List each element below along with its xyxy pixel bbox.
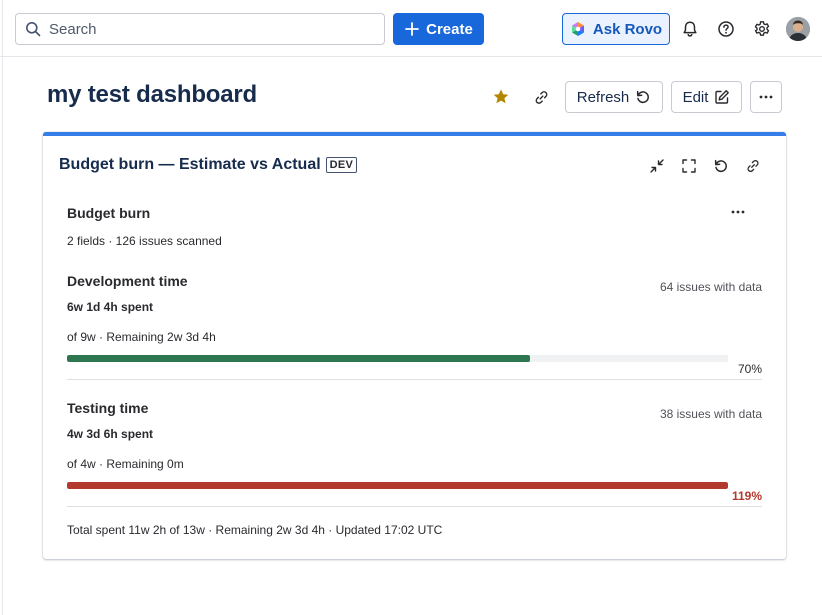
dev-badge: DEV: [325, 157, 358, 173]
top-navigation-bar: Create Ask Rovo: [0, 0, 822, 57]
section-title-development: Development time: [67, 273, 188, 289]
edit-icon: [715, 90, 730, 104]
refresh-button[interactable]: Refresh: [565, 81, 663, 113]
star-button[interactable]: [490, 86, 512, 108]
progress-percent-testing: 119%: [731, 489, 762, 503]
progress-track-development: [67, 355, 728, 362]
more-horizontal-icon: [731, 210, 745, 214]
copy-gadget-link-button[interactable]: [744, 157, 762, 175]
search-icon: [26, 22, 41, 37]
section-issue-count-testing: 38 issues with data: [659, 407, 762, 421]
edit-button[interactable]: Edit: [671, 81, 742, 113]
section-title-testing: Testing time: [67, 400, 149, 416]
search-box[interactable]: [15, 13, 385, 45]
page-edge-rule: [2, 0, 3, 615]
avatar-image: [786, 17, 810, 41]
section-issue-count-development: 64 issues with data: [659, 280, 762, 294]
plus-icon: [405, 22, 420, 36]
minimize-gadget-button[interactable]: [648, 157, 666, 175]
settings-button[interactable]: [752, 19, 772, 39]
notifications-button[interactable]: [680, 19, 700, 39]
refresh-button-label: Refresh: [576, 88, 630, 106]
budget-burn-summary: 2 fields · 126 issues scanned: [67, 234, 222, 248]
progress-fill-development: [67, 355, 530, 362]
page-title: my test dashboard: [47, 81, 257, 108]
refresh-gadget-button[interactable]: [712, 157, 730, 175]
star-icon: [493, 89, 509, 104]
progress-percent-development: 70%: [737, 362, 762, 376]
section-remaining-testing: of 4w · Remaining 0m: [67, 457, 184, 471]
fullscreen-gadget-button[interactable]: [680, 157, 698, 175]
progress-track-testing: [67, 482, 728, 489]
rovo-logo-icon: [571, 22, 584, 36]
ask-rovo-button[interactable]: Ask Rovo: [562, 13, 670, 45]
gadget-footer: Total spent 11w 2h of 13w · Remaining 2w…: [67, 523, 443, 537]
create-button[interactable]: Create: [393, 13, 484, 45]
user-avatar[interactable]: [786, 17, 810, 41]
link-icon: [535, 90, 547, 104]
section-divider: [67, 379, 762, 380]
more-actions-button[interactable]: [750, 81, 782, 113]
help-button[interactable]: [716, 19, 736, 39]
search-input[interactable]: [49, 20, 349, 38]
link-icon: [747, 160, 759, 172]
gear-icon: [754, 21, 770, 36]
progress-fill-testing: [67, 482, 728, 489]
more-horizontal-icon: [759, 95, 773, 99]
collapse-icon: [650, 159, 664, 173]
refresh-icon: [714, 159, 727, 173]
section-divider: [67, 506, 762, 507]
budget-burn-more-button[interactable]: [727, 202, 749, 222]
section-remaining-development: of 9w · Remaining 2w 3d 4h: [67, 330, 216, 344]
gadget-title: Budget burn — Estimate vs Actual DEV: [59, 156, 358, 174]
edit-button-label: Edit: [682, 88, 709, 106]
fullscreen-icon: [682, 159, 696, 173]
help-icon: [718, 21, 734, 37]
refresh-icon: [637, 90, 650, 104]
ask-rovo-label: Ask Rovo: [592, 20, 663, 38]
copy-link-button[interactable]: [530, 86, 552, 108]
create-button-label: Create: [426, 20, 473, 38]
gadget-title-text: Budget burn — Estimate vs Actual: [59, 156, 321, 173]
section-spent-testing: 4w 3d 6h spent: [67, 427, 154, 441]
budget-burn-heading: Budget burn: [67, 205, 151, 221]
section-spent-development: 6w 1d 4h spent: [67, 300, 154, 314]
budget-burn-gadget: Budget burn — Estimate vs Actual DEV Bud…: [43, 132, 786, 559]
bell-icon: [683, 21, 697, 37]
